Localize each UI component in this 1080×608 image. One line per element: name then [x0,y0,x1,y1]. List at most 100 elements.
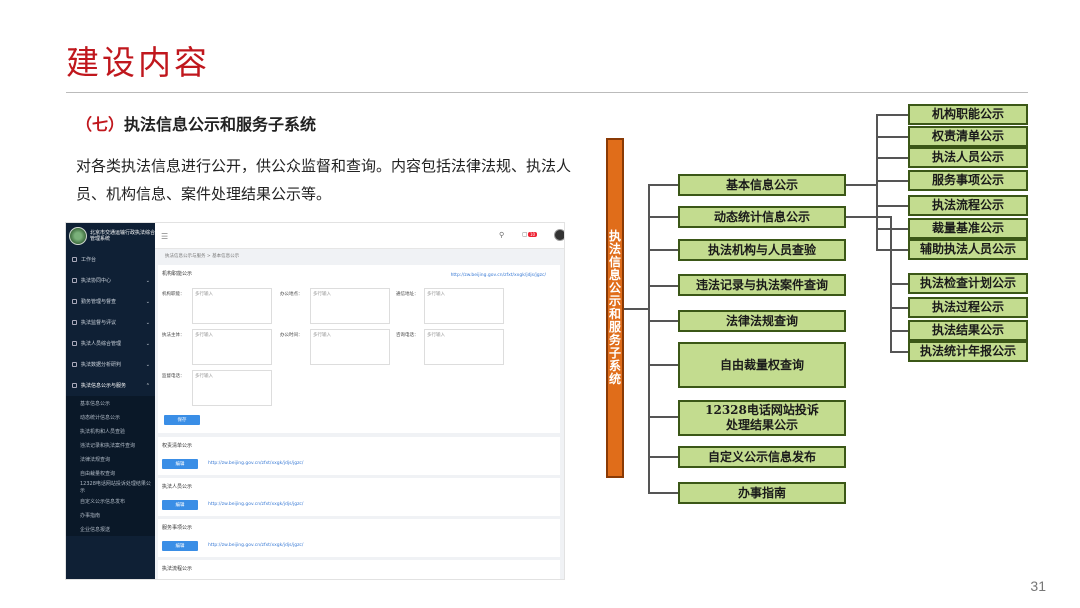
slide-title: 建设内容 [66,43,210,82]
node-right: 裁量基准公示 [908,218,1028,239]
mail-address-input[interactable]: 多行输入 [424,288,504,324]
top-bar: ☰ ⚲ ▢ 10 admin 运维执法 [155,223,564,249]
nav-item-supervision[interactable]: 执法监督与评议 ⌄ [66,312,155,333]
card-link[interactable]: http://zw.beijing.gov.cn/zfxt/xxgk/jdjs/… [208,543,303,548]
subnav-item[interactable]: 动态统计信息公示 [66,410,155,424]
node-right: 服务事项公示 [908,170,1028,191]
nav-item-publicity[interactable]: 执法信息公示与服务 ⌃ [66,375,155,396]
nav-item-duty[interactable]: 勤务管理与督查 ⌄ [66,291,155,312]
nav-item-collab[interactable]: 执法协同中心 ⌄ [66,270,155,291]
card-link[interactable]: http://zw.beijing.gov.cn/zfxt/xxgk/jdjs/… [208,502,303,507]
field-label: 通信地址： [396,292,419,297]
field-label: 执法主体： [162,333,185,338]
nav-item-workbench[interactable]: 工作台 [66,249,155,270]
connector [648,184,678,186]
subnav-item[interactable]: 自由裁量权查询 [66,466,155,480]
nav-label: 执法监督与评议 [81,320,117,326]
supervision-icon [72,320,77,325]
root-node: 执法信息公示和服务子系统 [606,138,624,478]
connector [890,330,908,332]
card-link[interactable]: http://zw.beijing.gov.cn/zfxt/xxgk/jdjs/… [208,461,303,466]
org-function-card: 机构职能公示 http://zw.beijing.gov.cn/zfxt/xxg… [158,265,560,433]
node-left: 基本信息公示 [678,174,846,196]
nav-item-personnel[interactable]: 执法人员综合管理 ⌄ [66,333,155,354]
field-label: 监督电话： [162,374,185,379]
nav-label: 勤务管理与督查 [81,299,117,305]
system-logo-icon [69,227,87,245]
nav-label: 执法数据分析研判 [81,362,122,368]
collab-icon [72,278,77,283]
org-function-input[interactable]: 多行输入 [192,288,272,324]
subnav-item[interactable]: 执法机构和人员查验 [66,424,155,438]
section-number: （七） [76,115,125,134]
app-screenshot: 北京市交通运输行政执法综合管理系统 工作台 执法协同中心 ⌄ 勤务管理与督查 ⌄ 执… [65,222,565,580]
field-label: 机构职能： [162,292,185,297]
avatar[interactable] [554,229,564,241]
notification-badge: 10 [528,232,538,237]
globe-icon [72,383,77,388]
consult-phone-input[interactable]: 多行输入 [424,329,504,365]
link-card: 服务事项公示 编辑 http://zw.beijing.gov.cn/zfxt/… [158,519,560,557]
chevron-down-icon: ⌄ [145,361,150,368]
subnav: 基本信息公示 动态统计信息公示 执法机构和人员查验 违法记录和执法案件查询 法律… [66,396,155,536]
subnav-item[interactable]: 自定义公示信息发布 [66,494,155,508]
search-icon[interactable]: ⚲ [499,231,504,239]
system-name: 北京市交通运输行政执法综合管理系统 [90,230,156,242]
breadcrumb: 执法信息公示与服务 > 基本信息公示 [165,254,240,259]
edit-button[interactable]: 编辑 [162,541,198,551]
node-right: 执法人员公示 [908,147,1028,168]
connector [648,249,678,251]
edit-button[interactable]: 编辑 [162,459,198,469]
title-divider [66,92,1028,93]
subnav-item[interactable]: 12328电话网站投诉处理结果公示 [66,480,155,494]
link-card: 执法流程公示 [158,560,560,579]
field-label: 咨询电话： [396,333,419,338]
supervise-phone-input[interactable]: 多行输入 [192,370,272,406]
node-right: 辅助执法人员公示 [908,239,1028,260]
save-button[interactable]: 保存 [164,415,200,425]
subnav-item[interactable]: 法律法规查询 [66,452,155,466]
chevron-up-icon: ⌃ [145,382,150,389]
connector [890,283,908,285]
clock-icon [72,362,77,367]
subnav-item[interactable]: 基本信息公示 [66,396,155,410]
subnav-item[interactable]: 违法记录和执法案件查询 [66,438,155,452]
sidebar-header: 北京市交通运输行政执法综合管理系统 [66,223,155,249]
node-left: 12328电话网站投诉处理结果公示 [678,400,846,436]
connector [648,184,650,492]
subnav-item[interactable]: 企业信息报送 [66,522,155,536]
enforcement-body-input[interactable]: 多行输入 [192,329,272,365]
chevron-down-icon: ⌄ [145,277,150,284]
node-left: 法律法规查询 [678,310,846,332]
sidebar: 北京市交通运输行政执法综合管理系统 工作台 执法协同中心 ⌄ 勤务管理与督查 ⌄ 执… [66,223,155,579]
node-left: 自由裁量权查询 [678,342,846,388]
connector [876,249,908,251]
section-heading: （七）执法信息公示和服务子系统 [76,111,316,135]
connector [648,456,678,458]
card-title: 服务事项公示 [162,525,193,531]
bell-icon[interactable]: ▢ [522,231,528,238]
connector [648,285,678,287]
field-label: 办公地点： [280,292,303,297]
connector [648,320,678,322]
node-left: 违法记录与执法案件查询 [678,274,846,296]
subnav-item[interactable]: 办事指南 [66,508,155,522]
connector [846,216,890,218]
card-link[interactable]: http://zw.beijing.gov.cn/zfxt/xxgk/jdjs/… [451,273,546,278]
node-right: 执法统计年报公示 [908,341,1028,362]
office-address-input[interactable]: 多行输入 [310,288,390,324]
chevron-down-icon: ⌄ [145,319,150,326]
edit-button[interactable]: 编辑 [162,500,198,510]
menu-toggle-icon[interactable]: ☰ [161,232,168,241]
nav-item-analysis[interactable]: 执法数据分析研判 ⌄ [66,354,155,375]
connector [648,364,678,366]
node-right: 机构职能公示 [908,104,1028,125]
field-label: 办公时间： [280,333,303,338]
connector [648,216,678,218]
connector [876,180,908,182]
connector [876,136,908,138]
card-title: 机构职能公示 [162,271,193,277]
nav-label: 执法协同中心 [81,278,112,284]
card-title: 权责清单公示 [162,443,193,449]
office-hours-input[interactable]: 多行输入 [310,329,390,365]
